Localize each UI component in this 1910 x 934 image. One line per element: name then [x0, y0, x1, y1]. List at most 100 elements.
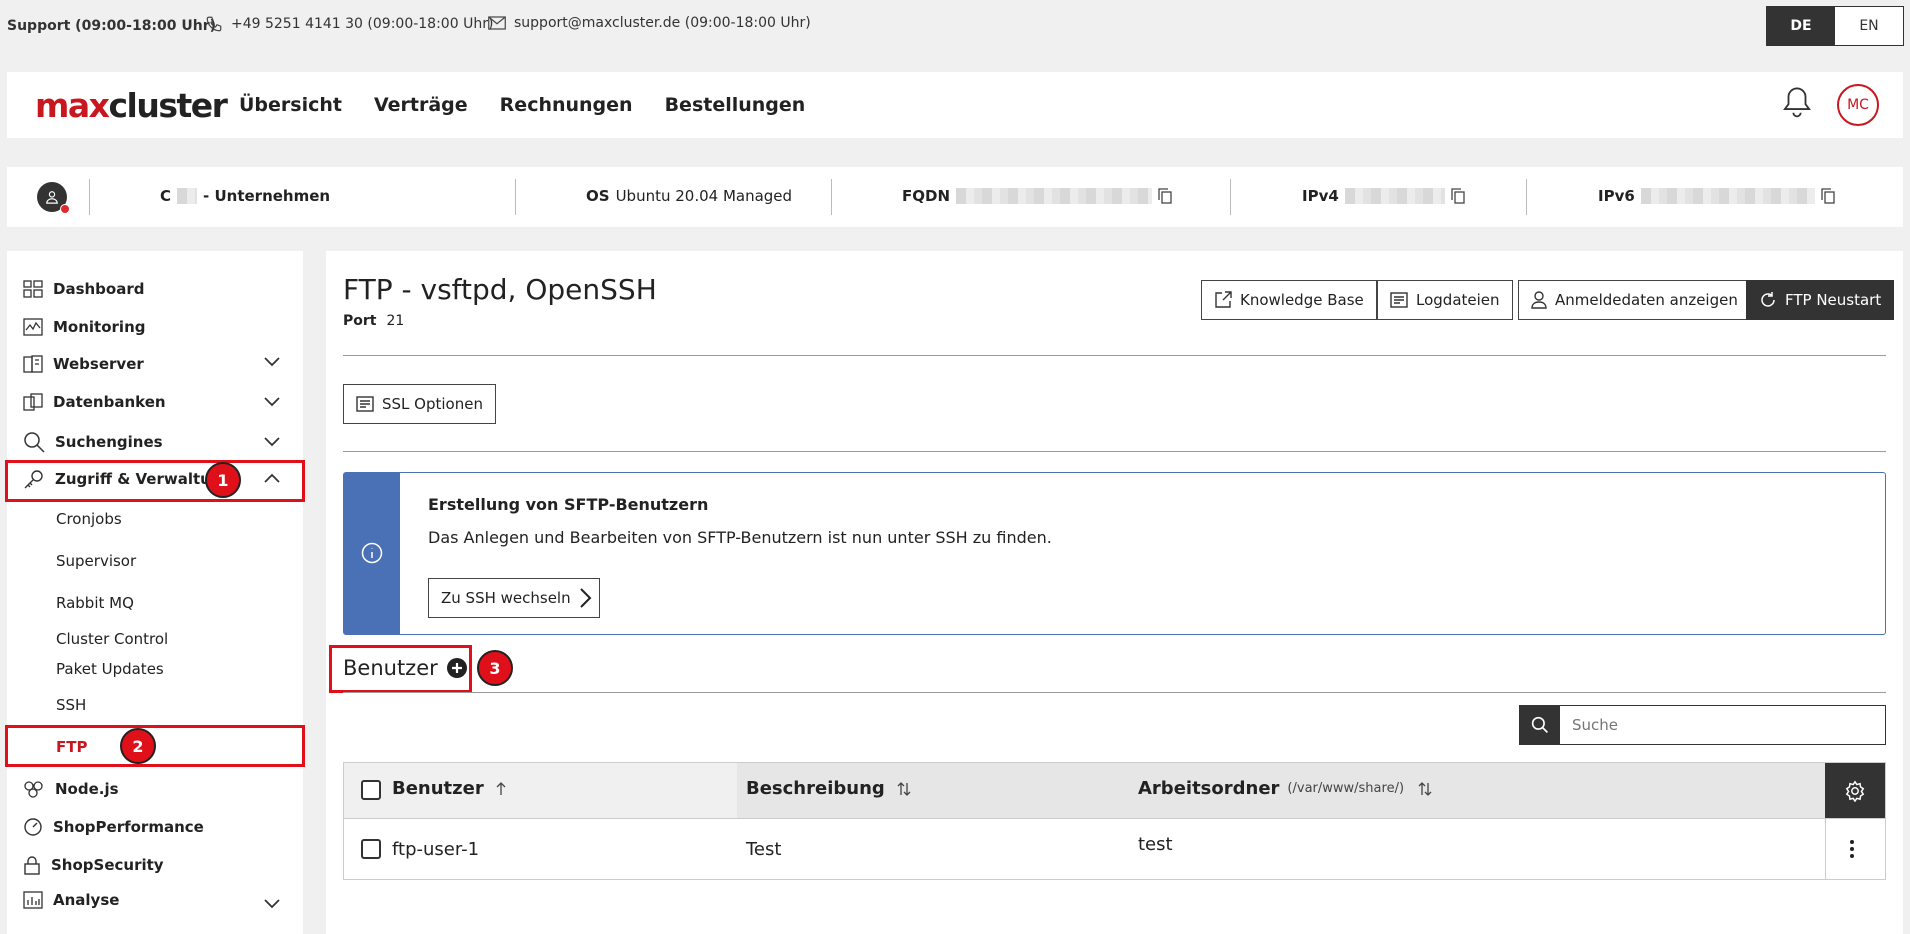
bell-icon[interactable] — [1782, 86, 1812, 120]
sidebar-item-shopsecurity[interactable]: ShopSecurity — [23, 855, 164, 875]
sidebar-item-suchengines[interactable]: Suchengines — [23, 431, 163, 453]
redacted-ipv4 — [1344, 188, 1445, 204]
sidebar-item-analyse[interactable]: Analyse — [23, 891, 119, 909]
logdateien-label: Logdateien — [1416, 291, 1500, 309]
sidebar-item-label: Webserver — [53, 355, 144, 373]
sidebar-subitem-paket-updates[interactable]: Paket Updates — [56, 660, 164, 678]
select-all-checkbox[interactable] — [361, 780, 381, 800]
gauge-icon — [23, 817, 43, 837]
user-avatar[interactable]: MC — [1837, 84, 1879, 126]
zu-ssh-wechseln-button[interactable]: Zu SSH wechseln — [428, 578, 600, 618]
copy-icon[interactable] — [1821, 188, 1835, 204]
ipv6-info: IPv6 — [1598, 187, 1835, 205]
annotation-badge-3: 3 — [477, 650, 513, 686]
key-icon — [23, 468, 45, 490]
sidebar-subitem-ftp[interactable]: FTP — [56, 738, 87, 756]
chevron-down-icon[interactable] — [264, 357, 280, 367]
sidebar-subitem-ssh[interactable]: SSH — [56, 696, 86, 714]
chevron-down-icon[interactable] — [264, 899, 280, 909]
row-checkbox[interactable] — [361, 839, 381, 859]
table-row[interactable]: ftp-user-1 Test test — [344, 818, 1885, 880]
anmeldedaten-label: Anmeldedaten anzeigen — [1555, 291, 1738, 309]
nav-link-rechnungen[interactable]: Rechnungen — [500, 94, 633, 116]
sidebar-item-datenbanken[interactable]: Datenbanken — [23, 393, 166, 411]
sidebar-subitem-cronjobs[interactable]: Cronjobs — [56, 510, 122, 528]
col-header-benutzer[interactable]: Benutzer — [392, 778, 506, 799]
monitoring-icon — [23, 318, 43, 336]
divider — [831, 179, 832, 215]
sort-icon — [897, 781, 911, 796]
sidebar-item-webserver[interactable]: Webserver — [23, 355, 144, 373]
sidebar-item-zugriff-verwaltung[interactable]: Zugriff & Verwaltung — [23, 468, 232, 490]
sftp-notice: Erstellung von SFTP-Benutzern Das Anlege… — [343, 472, 1886, 635]
search-icon[interactable] — [1520, 706, 1560, 744]
sidebar-item-shopperformance[interactable]: ShopPerformance — [23, 817, 204, 837]
refresh-icon — [1759, 291, 1777, 309]
divider — [1825, 819, 1826, 880]
os-label: OS — [586, 187, 610, 205]
nav-link-uebersicht[interactable]: Übersicht — [239, 94, 342, 116]
analytics-icon — [23, 891, 43, 909]
info-icon — [361, 542, 383, 564]
knowledge-base-button[interactable]: Knowledge Base — [1201, 280, 1377, 320]
add-user-icon[interactable] — [446, 657, 468, 679]
annotation-badge-2: 2 — [120, 728, 156, 764]
divider — [1230, 179, 1231, 215]
more-options-icon[interactable] — [1849, 839, 1855, 859]
sidebar-item-dashboard[interactable]: Dashboard — [23, 280, 144, 298]
sidebar-item-label: Dashboard — [53, 280, 145, 298]
divider — [1526, 179, 1527, 215]
chevron-up-icon[interactable] — [264, 473, 280, 483]
port-info: Port 21 — [343, 313, 404, 329]
nodejs-icon — [23, 780, 45, 798]
ipv4-info: IPv4 — [1302, 187, 1465, 205]
support-email-text: support@maxcluster.de (09:00-18:00 Uhr) — [514, 15, 811, 31]
sidebar-item-label: Datenbanken — [53, 393, 166, 411]
sidebar-subitem-rabbitmq[interactable]: Rabbit MQ — [56, 594, 134, 612]
lang-en-button[interactable]: EN — [1835, 7, 1903, 45]
chevron-down-icon[interactable] — [264, 397, 280, 407]
nav-link-vertraege[interactable]: Verträge — [374, 94, 468, 116]
col-arbeitsordner-hint: (/var/www/share/) — [1287, 781, 1405, 796]
notice-title: Erstellung von SFTP-Benutzern — [428, 495, 709, 514]
sidebar-item-nodejs[interactable]: Node.js — [23, 780, 119, 798]
company-name: C - Unternehmen — [160, 187, 330, 205]
support-phone[interactable]: +49 5251 4141 30 (09:00-18:00 Uhr) — [205, 15, 493, 33]
cell-description: Test — [746, 839, 782, 860]
status-dot — [60, 204, 70, 214]
chevron-down-icon[interactable] — [264, 437, 280, 447]
mail-icon — [488, 16, 506, 30]
col-header-arbeitsordner[interactable]: Arbeitsordner (/var/www/share/) — [1138, 778, 1432, 799]
ipv6-label: IPv6 — [1598, 187, 1635, 205]
sidebar-subitem-supervisor[interactable]: Supervisor — [56, 552, 136, 570]
dashboard-icon — [23, 280, 43, 298]
table-settings-button[interactable] — [1825, 763, 1885, 818]
divider — [343, 355, 1886, 356]
sidebar-item-label: Analyse — [53, 891, 120, 909]
redacted-ipv6 — [1640, 188, 1815, 204]
ssl-optionen-button[interactable]: SSL Optionen — [343, 384, 496, 424]
anmeldedaten-button[interactable]: Anmeldedaten anzeigen — [1518, 280, 1751, 320]
os-info: OS Ubuntu 20.04 Managed — [586, 187, 792, 205]
sidebar-item-monitoring[interactable]: Monitoring — [23, 318, 145, 336]
col-header-beschreibung[interactable]: Beschreibung — [746, 778, 911, 799]
maxcluster-logo[interactable]: maxcluster — [35, 86, 228, 125]
copy-icon[interactable] — [1451, 188, 1465, 204]
lang-de-button[interactable]: DE — [1767, 7, 1835, 45]
cell-user: ftp-user-1 — [392, 839, 480, 860]
os-value: Ubuntu 20.04 Managed — [615, 187, 793, 205]
logdateien-button[interactable]: Logdateien — [1377, 280, 1513, 320]
users-heading-text: Benutzer — [343, 656, 438, 680]
phone-icon — [205, 15, 223, 33]
sidebar-subitem-cluster-control[interactable]: Cluster Control — [56, 630, 168, 648]
main-content: FTP - vsftpd, OpenSSH Port 21 Knowledge … — [326, 251, 1903, 934]
sidebar-item-label: ShopSecurity — [51, 856, 164, 874]
col-arbeitsordner-label: Arbeitsordner — [1138, 778, 1280, 799]
ftp-neustart-label: FTP Neustart — [1785, 291, 1882, 309]
ftp-neustart-button[interactable]: FTP Neustart — [1746, 280, 1895, 320]
copy-icon[interactable] — [1158, 188, 1172, 204]
nav-link-bestellungen[interactable]: Bestellungen — [665, 94, 806, 116]
search-input[interactable] — [1560, 706, 1885, 744]
page-title: FTP - vsftpd, OpenSSH — [343, 273, 657, 306]
support-email[interactable]: support@maxcluster.de (09:00-18:00 Uhr) — [488, 15, 811, 31]
